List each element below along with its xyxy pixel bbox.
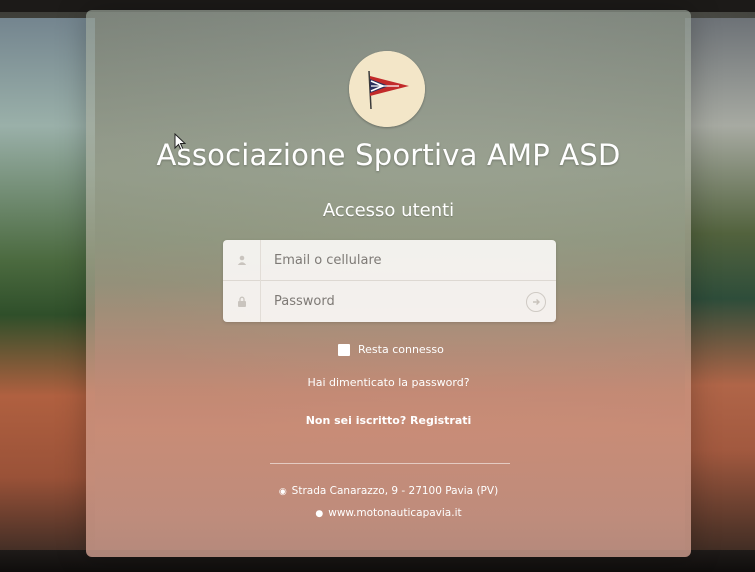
forgot-password-link[interactable]: Hai dimenticato la password? [86, 376, 691, 389]
remember-label: Resta connesso [358, 343, 444, 356]
email-input[interactable] [261, 239, 556, 281]
footer-address: ◉ Strada Canarazzo, 9 - 27100 Pavia (PV) [86, 485, 691, 497]
login-form [223, 239, 556, 322]
website-link[interactable]: www.motonauticapavia.it [328, 507, 461, 519]
background-left-court [0, 18, 95, 558]
background-right-court [685, 18, 755, 558]
footer-website[interactable]: ● www.motonauticapavia.it [86, 507, 691, 519]
remember-me[interactable]: Resta connesso [338, 343, 444, 356]
address-text: Strada Canarazzo, 9 - 27100 Pavia (PV) [291, 485, 499, 497]
user-icon [223, 239, 261, 281]
password-input[interactable] [261, 281, 526, 322]
page-title: Associazione Sportiva AMP ASD [156, 138, 621, 172]
email-field-row [223, 239, 556, 281]
burgee-flag-logo [349, 51, 425, 127]
map-marker-icon: ◉ [278, 487, 287, 497]
footer-divider [270, 463, 510, 464]
remember-checkbox[interactable] [338, 343, 350, 356]
page-subtitle: Accesso utenti [322, 200, 455, 221]
password-field-row [223, 281, 556, 322]
register-link[interactable]: Non sei iscritto? Registrati [86, 414, 691, 427]
lock-icon [223, 281, 261, 322]
globe-icon: ● [315, 509, 324, 519]
arrow-right-circle-icon[interactable] [526, 291, 546, 312]
